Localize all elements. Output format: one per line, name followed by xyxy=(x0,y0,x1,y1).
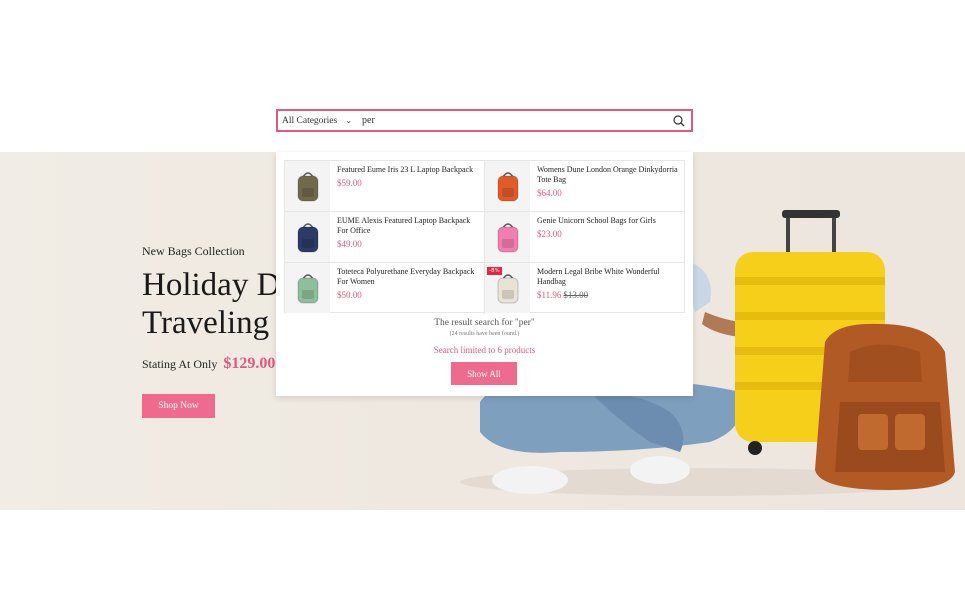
product-thumbnail[interactable]: -8% xyxy=(485,263,530,313)
product-grid: Featured Eume Iris 23 L Laptop Backpack $… xyxy=(284,160,685,314)
product-price-row: $23.00 xyxy=(537,229,680,239)
product-name[interactable]: Modern Legal Bribe White Wonderful Handb… xyxy=(537,267,680,287)
product-result-item[interactable]: Featured Eume Iris 23 L Laptop Backpack $… xyxy=(285,161,485,212)
orange-tote-icon xyxy=(497,172,518,202)
hero-price-prefix: Stating At Only xyxy=(142,357,218,371)
shop-now-button[interactable]: Shop Now xyxy=(142,394,215,418)
search-input[interactable] xyxy=(356,111,667,130)
search-icon xyxy=(673,114,685,126)
product-name[interactable]: EUME Alexis Featured Laptop Backpack For… xyxy=(337,216,480,236)
product-result-item[interactable]: EUME Alexis Featured Laptop Backpack For… xyxy=(285,212,485,263)
product-old-price: $13.00 xyxy=(563,290,589,300)
product-info: EUME Alexis Featured Laptop Backpack For… xyxy=(330,212,480,262)
search-bar: All Categories ⌄ xyxy=(276,109,693,132)
mint-backpack-icon xyxy=(297,274,318,304)
product-price: $23.00 xyxy=(537,229,562,239)
navy-backpack-icon xyxy=(297,223,318,253)
product-name[interactable]: Featured Eume Iris 23 L Laptop Backpack xyxy=(337,165,480,175)
product-info: Featured Eume Iris 23 L Laptop Backpack $… xyxy=(330,161,480,211)
search-button[interactable] xyxy=(667,111,691,130)
product-thumbnail[interactable] xyxy=(285,161,330,211)
result-limit-note: Search limited to 6 products xyxy=(433,345,536,355)
product-price-row: $64.00 xyxy=(537,188,680,198)
product-name[interactable]: Genie Unicorn School Bags for Girls xyxy=(537,216,680,226)
product-thumbnail[interactable] xyxy=(285,212,330,262)
product-info: Womens Dune London Orange Dinkydorria To… xyxy=(530,161,680,211)
product-price-row: $11.96 $13.00 xyxy=(537,290,680,300)
product-price-row: $49.00 xyxy=(337,239,480,249)
product-info: Modern Legal Bribe White Wonderful Handb… xyxy=(530,263,680,314)
category-select[interactable]: All Categories ⌄ xyxy=(278,111,356,130)
pink-backpack-icon xyxy=(497,223,518,253)
product-info: Genie Unicorn School Bags for Girls $23.0… xyxy=(530,212,680,262)
product-name[interactable]: Womens Dune London Orange Dinkydorria To… xyxy=(537,165,680,185)
product-result-item[interactable]: -8% Modern Legal Bribe White Wonderful Ha… xyxy=(485,263,685,314)
product-price: $64.00 xyxy=(537,188,562,198)
product-thumbnail[interactable] xyxy=(485,212,530,262)
product-thumbnail[interactable] xyxy=(285,263,330,313)
result-summary: The result search for "per" xyxy=(434,318,535,328)
product-result-item[interactable]: Womens Dune London Orange Dinkydorria To… xyxy=(485,161,685,212)
product-result-item[interactable]: Genie Unicorn School Bags for Girls $23.0… xyxy=(485,212,685,263)
sale-badge: -8% xyxy=(487,267,502,275)
green-backpack-icon xyxy=(297,172,318,202)
product-price: $49.00 xyxy=(337,239,362,249)
product-result-item[interactable]: Toteteca Polyurethane Everyday Backpack … xyxy=(285,263,485,314)
hero-price: $129.00 xyxy=(223,355,276,372)
product-name[interactable]: Toteteca Polyurethane Everyday Backpack … xyxy=(337,267,480,287)
header: All Categories ⌄ xyxy=(0,0,965,152)
product-price: $11.96 xyxy=(537,290,562,300)
white-handbag-icon xyxy=(497,274,518,304)
product-price-row: $59.00 xyxy=(337,178,480,188)
product-price: $59.00 xyxy=(337,178,362,188)
chevron-down-icon: ⌄ xyxy=(345,116,352,125)
hero-subtitle: New Bags Collection xyxy=(142,244,245,258)
category-select-label: All Categories xyxy=(282,115,338,126)
show-all-button[interactable]: Show All xyxy=(451,362,517,385)
product-info: Toteteca Polyurethane Everyday Backpack … xyxy=(330,263,480,314)
product-price-row: $50.00 xyxy=(337,290,480,300)
product-thumbnail[interactable] xyxy=(485,161,530,211)
hero-price-line: Stating At Only $129.00 xyxy=(142,355,275,373)
search-results-dropdown: Featured Eume Iris 23 L Laptop Backpack $… xyxy=(276,152,693,396)
result-count: (24 results have been found.) xyxy=(449,331,520,337)
product-price: $50.00 xyxy=(337,290,362,300)
